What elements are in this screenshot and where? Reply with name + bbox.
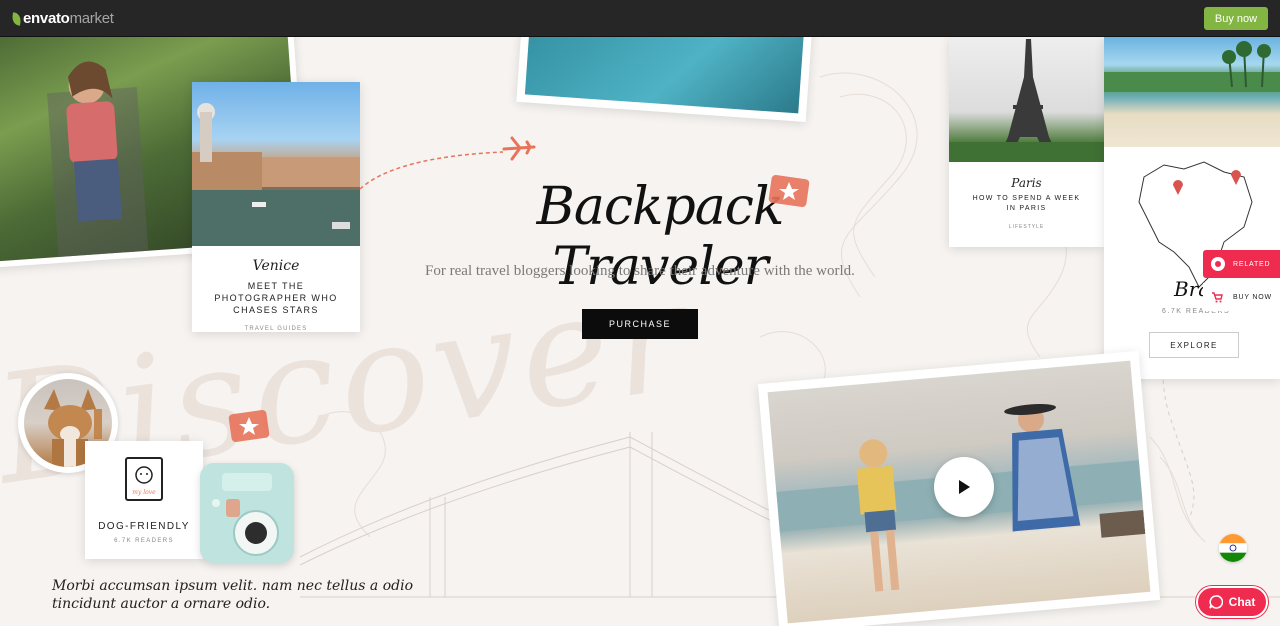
theme-subtitle: For real travel bloggers looking to shar… [425, 263, 855, 279]
play-icon [959, 480, 970, 494]
venice-post-card[interactable]: Venice MEET THE PHOTOGRAPHER WHO CHASES … [192, 82, 360, 332]
buy-now-button[interactable]: Buy now [1204, 7, 1268, 30]
beach-palms-image [1104, 37, 1280, 147]
chat-button[interactable]: Chat [1196, 586, 1268, 618]
paris-script-title: Paris [1011, 176, 1042, 190]
chat-label: Chat [1228, 595, 1256, 609]
related-button[interactable]: RELATED [1203, 250, 1280, 278]
star-stamp-icon [768, 175, 810, 207]
venice-image [192, 82, 360, 246]
india-flag-icon[interactable] [1219, 534, 1247, 562]
purchase-button[interactable]: PURCHASE [582, 309, 698, 339]
venice-category[interactable]: TRAVEL GUIDES [192, 326, 360, 332]
side-buy-now-label: BUY NOW [1233, 293, 1272, 301]
explore-button[interactable]: EXPLORE [1149, 332, 1239, 358]
airplane-icon [502, 136, 536, 161]
side-buy-now-button[interactable]: BUY NOW [1203, 283, 1280, 311]
related-icon [1211, 257, 1225, 271]
script-note-line-1: Morbi accumsan ipsum velit. nam nec tell… [52, 578, 413, 594]
dog-friendly-title[interactable]: DOG-FRIENDLY [85, 521, 203, 532]
dog-frame-icon: my love [125, 457, 163, 501]
instant-camera-image [200, 463, 294, 563]
paris-post-card[interactable]: Paris HOW TO SPEND A WEEK IN PARIS LIFES… [949, 37, 1104, 247]
star-stamp-icon-2 [228, 410, 270, 442]
paris-post-title[interactable]: HOW TO SPEND A WEEK IN PARIS [949, 194, 1104, 214]
play-video-button[interactable] [934, 457, 994, 517]
paris-category[interactable]: LIFESTYLE [949, 224, 1104, 230]
cart-icon [1212, 291, 1223, 302]
dog-readers: 6.7K READERS [114, 538, 174, 544]
chat-bubble-icon [1208, 595, 1223, 609]
brazil-post-card[interactable] [1104, 37, 1280, 379]
dog-frame-caption: my love [132, 489, 156, 496]
dog-friendly-card[interactable]: my love DOG-FRIENDLY 6.7K READERS [85, 441, 203, 559]
logo-text-light: market [69, 10, 114, 27]
leaf-icon [11, 11, 22, 26]
eiffel-tower-image [949, 37, 1104, 162]
theme-preview: Discover Venice MEET THE PHOTOGRAPHER WH… [0, 37, 1280, 626]
venice-script-title: Venice [252, 258, 300, 274]
flight-path [359, 151, 504, 190]
script-note: Morbi accumsan ipsum velit. nam nec tell… [52, 577, 413, 613]
script-note-line-2: tincidunt auctor a ornare odio. [52, 596, 271, 612]
venice-post-title[interactable]: MEET THE PHOTOGRAPHER WHO CHASES STARS [192, 280, 360, 316]
envato-topbar: envato market Buy now [0, 0, 1280, 37]
envato-market-logo[interactable]: envato market [11, 10, 114, 27]
related-label: RELATED [1233, 260, 1271, 268]
logo-text-bold: envato [23, 10, 70, 27]
